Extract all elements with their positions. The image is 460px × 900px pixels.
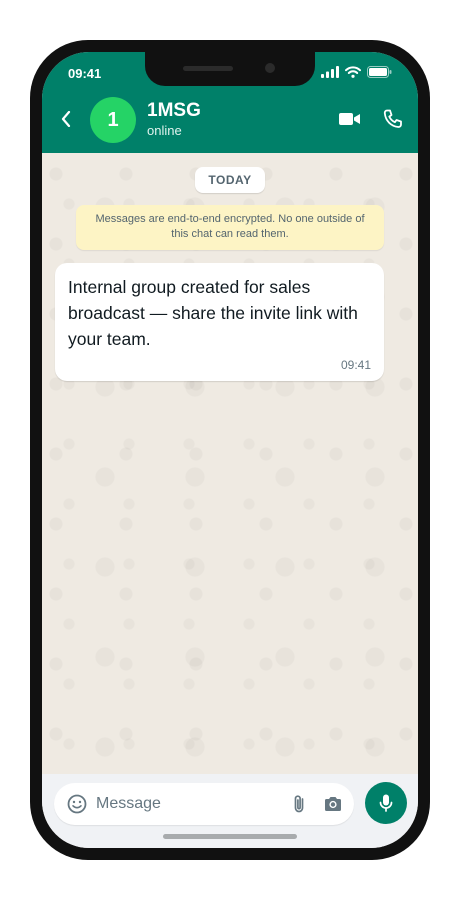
emoji-icon (67, 794, 87, 814)
back-button[interactable] (56, 108, 76, 130)
avatar-initial: 1 (107, 108, 119, 131)
composer-bar (42, 774, 418, 848)
message-text: Internal group created for sales broadca… (68, 277, 358, 349)
encryption-notice[interactable]: Messages are end-to-end encrypted. No on… (76, 205, 384, 250)
video-call-button[interactable] (338, 108, 362, 130)
emoji-button[interactable] (66, 793, 88, 815)
contact-status: online (147, 123, 182, 138)
camera-button[interactable] (322, 793, 344, 815)
message-field[interactable] (54, 783, 354, 825)
chat-area[interactable]: TODAY Messages are end-to-end encrypted.… (42, 153, 418, 774)
date-label: TODAY (208, 173, 252, 187)
status-time: 09:41 (68, 66, 102, 81)
camera-icon (325, 797, 341, 811)
phone-frame: 09:41 1 1MSG online TODAY Messages are e… (30, 40, 430, 860)
phone-screen: 09:41 1 1MSG online TODAY Messages are e… (42, 52, 418, 848)
front-camera (265, 63, 275, 73)
voice-record-button[interactable] (365, 782, 407, 824)
voice-call-button[interactable] (382, 108, 404, 130)
wifi-icon (345, 66, 361, 78)
battery-icon (367, 66, 392, 78)
microphone-icon (379, 794, 393, 812)
back-arrow-icon (61, 111, 71, 127)
avatar[interactable]: 1 (90, 97, 136, 143)
message-input[interactable] (96, 791, 276, 817)
paperclip-icon (294, 795, 304, 813)
signal-icon (321, 66, 339, 78)
home-indicator[interactable] (163, 834, 297, 839)
date-divider: TODAY (195, 167, 265, 193)
speaker (183, 66, 233, 71)
status-icons (321, 66, 392, 78)
notch (145, 52, 315, 86)
attach-button[interactable] (288, 793, 310, 815)
message-time: 09:41 (340, 358, 371, 372)
encryption-notice-text: Messages are end-to-end encrypted. No on… (95, 213, 365, 240)
phone-call-icon (383, 109, 402, 128)
video-call-icon (339, 113, 360, 125)
incoming-message[interactable]: Internal group created for sales broadca… (55, 263, 384, 381)
contact-name[interactable]: 1MSG (147, 100, 201, 122)
